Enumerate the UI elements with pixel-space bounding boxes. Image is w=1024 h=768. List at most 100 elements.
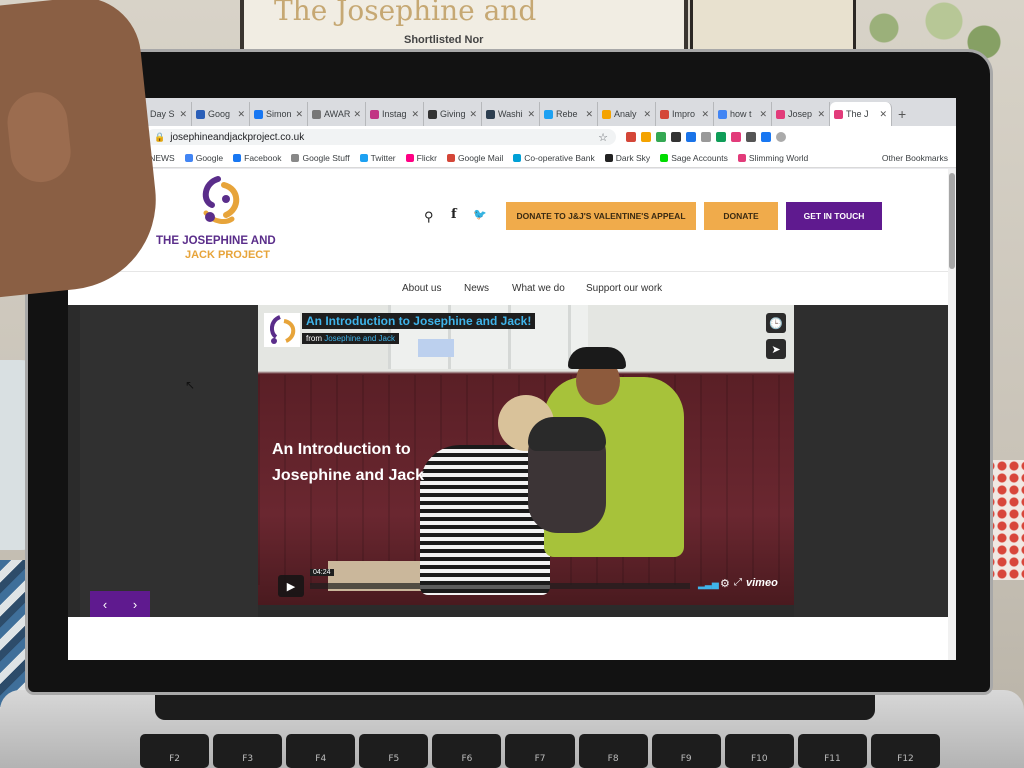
slider-next-button[interactable]: › bbox=[120, 591, 150, 617]
bookmark-item[interactable]: Google Stuff bbox=[291, 153, 350, 163]
browser-tab[interactable]: Josep ✕ bbox=[772, 102, 830, 126]
browser-tab[interactable]: AWAR ✕ bbox=[308, 102, 366, 126]
tab-favicon-icon bbox=[544, 109, 553, 119]
watch-later-icon[interactable]: 🕒 bbox=[766, 313, 786, 333]
tab-close-icon[interactable]: ✕ bbox=[701, 109, 709, 120]
extension-icon[interactable] bbox=[716, 132, 726, 142]
browser-tab[interactable]: Goog ✕ bbox=[192, 102, 250, 126]
tab-title: how t bbox=[730, 109, 752, 119]
video-player[interactable]: An Introduction to Josephine and Jack! f… bbox=[258, 305, 794, 605]
function-key: F8 bbox=[578, 734, 648, 768]
browser-tab[interactable]: The J ✕ bbox=[830, 102, 892, 126]
tab-close-icon[interactable]: ✕ bbox=[879, 109, 887, 120]
vimeo-logo[interactable]: vimeo bbox=[746, 577, 778, 589]
address-bar[interactable]: 🔒 josephineandjackproject.co.uk ☆ bbox=[146, 129, 616, 145]
donate-button[interactable]: DONATE bbox=[704, 202, 778, 230]
browser-tab[interactable]: Simon ✕ bbox=[250, 102, 308, 126]
logo-icon[interactable] bbox=[196, 175, 246, 227]
search-icon[interactable]: ⚲ bbox=[424, 209, 434, 225]
play-button[interactable]: ▶ bbox=[278, 575, 304, 597]
profile-avatar-icon[interactable] bbox=[776, 132, 786, 142]
tab-title: Impro bbox=[672, 109, 696, 119]
new-tab-button[interactable]: + bbox=[898, 106, 906, 122]
bookmark-item[interactable]: Flickr bbox=[405, 153, 437, 163]
extension-icon[interactable] bbox=[641, 132, 651, 142]
tab-favicon-icon bbox=[660, 109, 669, 119]
bookmark-item[interactable]: Facebook bbox=[233, 153, 281, 163]
fullscreen-icon[interactable]: ⤢ bbox=[734, 577, 742, 588]
browser-tab[interactable]: Analy ✕ bbox=[598, 102, 656, 126]
tab-favicon-icon bbox=[370, 109, 379, 119]
bookmark-label: Dark Sky bbox=[615, 152, 651, 163]
settings-gear-icon[interactable]: ⚙ bbox=[720, 577, 730, 590]
tab-close-icon[interactable]: ✕ bbox=[817, 109, 825, 120]
tab-favicon-icon bbox=[776, 109, 785, 119]
tab-close-icon[interactable]: ✕ bbox=[353, 109, 361, 120]
bookmark-item[interactable]: Sage Accounts bbox=[660, 153, 728, 163]
nav-support-our-work[interactable]: Support our work bbox=[586, 283, 662, 294]
twitter-icon[interactable]: 🐦 bbox=[473, 208, 487, 221]
laptop-hinge bbox=[155, 692, 875, 720]
tab-close-icon[interactable]: ✕ bbox=[759, 109, 767, 120]
extension-icon[interactable] bbox=[656, 132, 666, 142]
bookmark-item[interactable]: Twitter bbox=[359, 153, 396, 163]
logo-text-line2[interactable]: JACK PROJECT bbox=[185, 249, 270, 261]
bookmark-star-icon[interactable]: ☆ bbox=[598, 131, 608, 144]
volume-icon[interactable]: ▂▃▅ bbox=[698, 579, 719, 590]
facebook-icon[interactable]: f bbox=[451, 207, 457, 222]
video-author-link[interactable]: Josephine and Jack bbox=[324, 334, 395, 343]
polka-dot-fabric bbox=[984, 460, 1024, 580]
tab-close-icon[interactable]: ✕ bbox=[585, 109, 593, 120]
hero-right-panel bbox=[794, 305, 948, 617]
bookmark-favicon-icon bbox=[359, 153, 368, 162]
url-text[interactable]: josephineandjackproject.co.uk bbox=[170, 132, 304, 143]
thumb bbox=[4, 89, 74, 186]
tab-close-icon[interactable]: ✕ bbox=[179, 109, 187, 120]
bookmark-item[interactable]: Dark Sky bbox=[604, 152, 651, 163]
browser-tab[interactable]: Giving ✕ bbox=[424, 102, 482, 126]
tab-title: The J bbox=[846, 109, 869, 119]
lock-icon: 🔒 bbox=[154, 131, 166, 142]
nav-about-us[interactable]: About us bbox=[402, 283, 441, 294]
tab-close-icon[interactable]: ✕ bbox=[237, 109, 245, 120]
bookmark-item[interactable]: Co-operative Bank bbox=[513, 153, 595, 163]
nav-what-we-do[interactable]: What we do bbox=[512, 283, 565, 294]
extension-icon[interactable] bbox=[701, 132, 711, 142]
progress-bar[interactable] bbox=[310, 583, 690, 589]
extension-icon[interactable] bbox=[731, 132, 741, 142]
extension-icon[interactable] bbox=[686, 132, 696, 142]
nav-news[interactable]: News bbox=[464, 283, 489, 294]
slider-prev-button[interactable]: ‹ bbox=[90, 591, 120, 617]
browser-tab[interactable]: Impro ✕ bbox=[656, 102, 714, 126]
tab-close-icon[interactable]: ✕ bbox=[469, 109, 477, 120]
extension-icon[interactable] bbox=[671, 132, 681, 142]
extension-icon[interactable] bbox=[626, 132, 636, 142]
bookmark-item[interactable]: Google bbox=[184, 153, 223, 163]
logo-text-line1[interactable]: THE JOSEPHINE AND bbox=[156, 235, 276, 247]
bookmark-item[interactable]: Slimming World bbox=[737, 152, 809, 163]
scrollbar-thumb[interactable] bbox=[949, 173, 955, 269]
extension-icon[interactable] bbox=[761, 132, 771, 142]
share-icon[interactable]: ➤ bbox=[766, 339, 786, 359]
valentines-appeal-button[interactable]: DONATE TO J&J'S VALENTINE'S APPEAL bbox=[506, 202, 696, 230]
tab-close-icon[interactable]: ✕ bbox=[411, 109, 419, 120]
tab-title: Josep bbox=[788, 109, 813, 119]
hero-left-panel bbox=[80, 305, 258, 617]
browser-tab[interactable]: Instag ✕ bbox=[366, 102, 424, 126]
tab-close-icon[interactable]: ✕ bbox=[527, 109, 535, 120]
page-scrollbar[interactable] bbox=[948, 169, 956, 660]
tab-close-icon[interactable]: ✕ bbox=[295, 109, 303, 120]
bookmark-item[interactable]: Google Mail bbox=[446, 153, 503, 163]
video-channel-logo-icon[interactable] bbox=[264, 313, 300, 347]
video-title[interactable]: An Introduction to Josephine and Jack! bbox=[302, 313, 536, 329]
browser-tab[interactable]: Washi ✕ bbox=[482, 102, 540, 126]
tab-title: Analy bbox=[614, 109, 637, 119]
get-in-touch-button[interactable]: GET IN TOUCH bbox=[786, 202, 882, 230]
extension-icon[interactable] bbox=[746, 132, 756, 142]
other-bookmarks-folder[interactable]: Other Bookmarks bbox=[882, 153, 948, 163]
browser-tab[interactable]: Rebe ✕ bbox=[540, 102, 598, 126]
tab-title: Instag bbox=[382, 109, 407, 119]
browser-tab[interactable]: how t ✕ bbox=[714, 102, 772, 126]
bookmark-label: Slimming World bbox=[748, 152, 809, 163]
tab-close-icon[interactable]: ✕ bbox=[643, 109, 651, 120]
